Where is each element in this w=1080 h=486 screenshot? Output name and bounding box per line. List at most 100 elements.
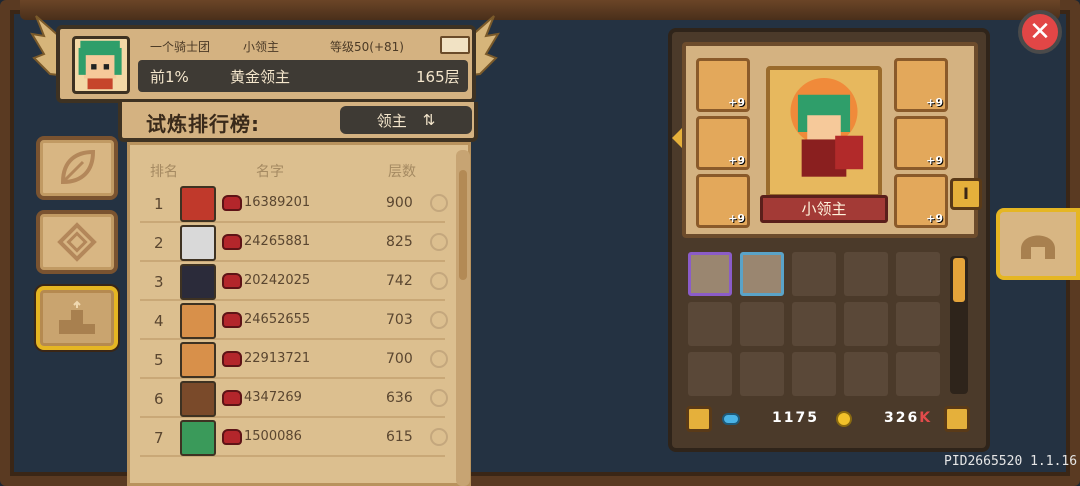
podium-icon	[59, 300, 95, 334]
pet-icon	[222, 312, 242, 328]
inventory-slot[interactable]	[844, 252, 888, 296]
row-player-id: 22913721	[244, 351, 311, 366]
hero-portrait	[766, 66, 882, 198]
list-scroll-thumb[interactable]	[459, 170, 467, 280]
version-label: PID2665520 1.1.16	[944, 454, 1078, 469]
row-avatar	[180, 303, 216, 339]
col-floor: 层数	[388, 164, 416, 180]
pet-icon	[222, 390, 242, 406]
pet-icon	[222, 195, 242, 211]
inventory-slot[interactable]	[740, 252, 784, 296]
tab-diamond[interactable]	[36, 210, 118, 274]
equip-slot-sword[interactable]: +9	[894, 174, 948, 228]
equip-slot-pet[interactable]: +9	[894, 58, 948, 112]
gem-icon	[722, 413, 740, 425]
inventory-slot[interactable]	[896, 252, 940, 296]
close-button[interactable]: ✕	[1018, 10, 1062, 54]
row-rank: 4	[154, 312, 164, 330]
row-floor: 636	[386, 390, 413, 406]
collapse-arrow-icon[interactable]	[672, 128, 682, 148]
row-floor: 900	[386, 195, 413, 211]
table-row[interactable]: 1 16389201 900	[140, 185, 448, 223]
leaderboard-title: 试炼排行榜:	[146, 112, 260, 136]
equip-slot-amulet[interactable]: +9	[696, 116, 750, 170]
row-avatar	[180, 420, 216, 456]
inventory-slot[interactable]	[844, 302, 888, 346]
row-floor: 742	[386, 273, 413, 289]
rank-percentile: 前1%	[150, 68, 189, 86]
tab-helmet[interactable]	[996, 208, 1080, 280]
guild-name: 一个骑士团	[150, 40, 211, 54]
row-rank: 6	[154, 390, 164, 408]
row-player-id: 4347269	[244, 390, 302, 405]
row-floor: 700	[386, 351, 413, 367]
table-row[interactable]: 3 20242025 742	[140, 263, 448, 301]
inventory-slot[interactable]	[688, 352, 732, 396]
col-rank: 排名	[150, 164, 178, 180]
row-avatar	[180, 381, 216, 417]
hero-info-button[interactable]: I	[950, 178, 982, 210]
player-level: 等级50(+81)	[330, 40, 404, 54]
row-rank: 7	[154, 429, 164, 447]
inventory-scroll-thumb[interactable]	[953, 258, 965, 302]
view-details-icon[interactable]	[430, 194, 448, 212]
row-floor: 615	[386, 429, 413, 445]
leaf-icon	[60, 149, 96, 185]
pet-icon	[222, 351, 242, 367]
inventory-slot[interactable]	[896, 302, 940, 346]
equip-slot-helmet[interactable]: +9	[696, 58, 750, 112]
inventory-slot[interactable]	[896, 352, 940, 396]
inventory-slot[interactable]	[688, 302, 732, 346]
row-avatar	[180, 225, 216, 261]
class-filter-button[interactable]: 领主 ⇅	[340, 106, 472, 134]
player-avatar[interactable]	[72, 36, 130, 94]
close-icon: ✕	[1029, 17, 1051, 47]
best-floor: 165层	[416, 68, 460, 86]
row-rank: 3	[154, 273, 164, 291]
inventory-slot[interactable]	[740, 352, 784, 396]
inventory-slot[interactable]	[740, 302, 784, 346]
view-details-icon[interactable]	[430, 311, 448, 329]
player-title: 小领主	[243, 40, 280, 54]
row-floor: 825	[386, 234, 413, 250]
row-avatar	[180, 342, 216, 378]
view-details-icon[interactable]	[430, 428, 448, 446]
view-details-icon[interactable]	[430, 233, 448, 251]
table-row[interactable]: 6 4347269 636	[140, 380, 448, 418]
row-player-id: 24265881	[244, 234, 311, 249]
view-details-icon[interactable]	[430, 389, 448, 407]
inventory-slot[interactable]	[792, 302, 836, 346]
book-icon	[440, 36, 470, 54]
diamond-icon	[57, 222, 97, 262]
frame-top-border	[20, 0, 1060, 20]
row-rank: 5	[154, 351, 164, 369]
equip-slot-weapon[interactable]: +9	[894, 116, 948, 170]
table-row[interactable]: 2 24265881 825	[140, 224, 448, 262]
pet-icon	[222, 273, 242, 289]
row-player-id: 16389201	[244, 195, 311, 210]
table-row[interactable]: 4 24652655 703	[140, 302, 448, 340]
view-details-icon[interactable]	[430, 350, 448, 368]
table-row[interactable]: 7 1500086 615	[140, 419, 448, 457]
inventory-slot[interactable]	[792, 352, 836, 396]
leaderboard-title-bar: 试炼排行榜: 领主 ⇅	[118, 102, 478, 142]
grid-menu-icon[interactable]	[944, 406, 970, 432]
inventory-slot[interactable]	[792, 252, 836, 296]
gem-count: 1175	[772, 410, 819, 426]
tab-leaf[interactable]	[36, 136, 118, 200]
filter-label: 领主	[376, 111, 407, 130]
row-rank: 2	[154, 234, 164, 252]
gold-count: 326K	[884, 410, 933, 426]
view-details-icon[interactable]	[430, 272, 448, 290]
inventory-bag-icon[interactable]	[686, 406, 712, 432]
inventory-slot[interactable]	[688, 252, 732, 296]
leaderboard-list[interactable]: 排名 名字 层数 1 16389201 900 2 24265881 825 3 202420…	[127, 142, 471, 486]
swap-icon: ⇅	[422, 111, 436, 129]
row-avatar	[180, 186, 216, 222]
table-row[interactable]: 5 22913721 700	[140, 341, 448, 379]
helmet-icon	[1021, 235, 1055, 259]
equip-slot-armor[interactable]: +9	[696, 174, 750, 228]
inventory-slot[interactable]	[844, 352, 888, 396]
tab-leaderboard[interactable]	[36, 286, 118, 350]
row-player-id: 24652655	[244, 312, 311, 327]
